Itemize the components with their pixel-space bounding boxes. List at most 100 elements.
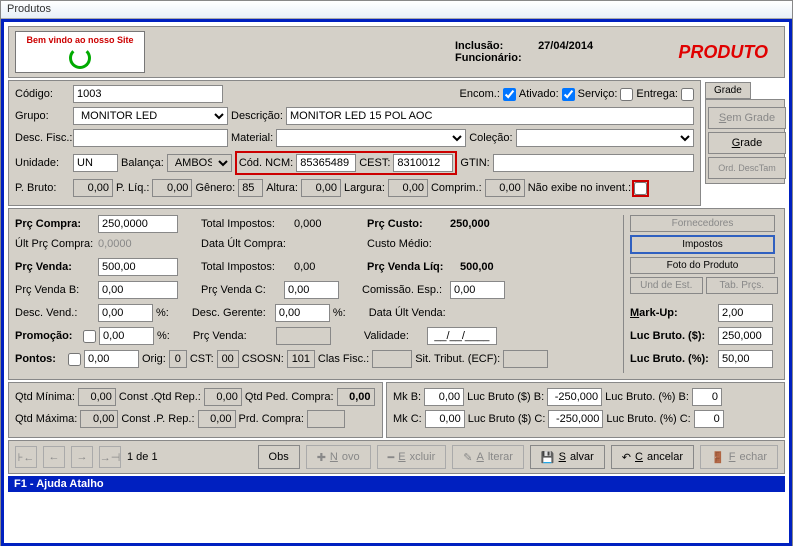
fornecedores-button[interactable]: Fornecedores [630, 215, 775, 232]
mkc-input[interactable] [425, 410, 465, 428]
fechar-button[interactable]: 🚪 Fechar [700, 445, 778, 469]
entrega-checkbox[interactable] [681, 88, 694, 101]
codigo-input[interactable] [73, 85, 223, 103]
pbruto-input[interactable] [73, 179, 113, 197]
nav-first-button[interactable]: ⊦← [15, 446, 37, 468]
desc-ger-input[interactable] [275, 304, 330, 322]
colecao-select[interactable] [516, 129, 694, 147]
undo-icon: ↶ [622, 451, 631, 464]
genero-input[interactable] [238, 179, 263, 197]
promocao-checkbox[interactable] [83, 330, 96, 343]
const-p-input[interactable] [198, 410, 236, 428]
mkb-input[interactable] [424, 388, 464, 406]
nav-prev-button[interactable]: ← [43, 446, 65, 468]
impostos-button[interactable]: Impostos [630, 235, 775, 254]
qtd-min-input[interactable] [78, 388, 116, 406]
servico-label: Serviço: [578, 88, 618, 100]
servico-checkbox[interactable] [620, 88, 633, 101]
comprim-input[interactable] [485, 179, 525, 197]
und-est-button[interactable]: Und de Est. [630, 277, 703, 294]
descricao-input[interactable] [286, 107, 694, 125]
gtin-input[interactable] [493, 154, 694, 172]
prc-compra-input[interactable] [98, 215, 178, 233]
csosn-label: CSOSN: [242, 353, 284, 365]
prc-venda2-input[interactable] [276, 327, 331, 345]
unidade-input[interactable] [73, 154, 118, 172]
unidade-label: Unidade: [15, 157, 70, 169]
inclusao-label: Inclusão: [455, 40, 535, 52]
alterar-button[interactable]: ✎ Alterar [452, 445, 524, 469]
cst-input[interactable] [217, 350, 239, 368]
prc-vendac-input[interactable] [284, 281, 339, 299]
orig-input[interactable] [169, 350, 187, 368]
pontos-input[interactable] [84, 350, 139, 368]
orig-label: Orig: [142, 353, 166, 365]
qtd-max-input[interactable] [80, 410, 118, 428]
desc-vend-input[interactable] [98, 304, 153, 322]
pontos-label: Pontos: [15, 353, 65, 365]
tab-prcs-button[interactable]: Tab. Prçs. [706, 277, 779, 294]
prc-vendab-input[interactable] [98, 281, 178, 299]
door-icon: 🚪 [711, 451, 725, 464]
cest-input[interactable] [393, 154, 453, 172]
prc-vendac-label: Prç Venda C: [201, 284, 281, 296]
comissao-input[interactable] [450, 281, 505, 299]
material-select[interactable] [276, 129, 466, 147]
naoexibe-label: Não exibe no invent.: [528, 182, 631, 194]
clasfisc-input[interactable] [372, 350, 412, 368]
codncm-label: Cód. NCM: [239, 157, 293, 169]
foto-button[interactable]: Foto do Produto [630, 257, 775, 274]
salvar-button[interactable]: 💾 Salvar [530, 445, 605, 469]
descricao-label: Descrição: [231, 110, 283, 122]
custo-medio-label: Custo Médio: [367, 238, 447, 250]
grade-button[interactable]: Grade [708, 132, 786, 154]
luc-c-s-input[interactable] [548, 410, 603, 428]
markup-input[interactable] [718, 304, 773, 322]
excluir-button[interactable]: ━ Excluir [377, 445, 447, 469]
desc-ger-label: Desc. Gerente: [192, 307, 272, 319]
prc-compra-label: Prç Compra: [15, 218, 95, 230]
csosn-input[interactable] [287, 350, 315, 368]
pliq-input[interactable] [152, 179, 192, 197]
naoexibe-checkbox[interactable] [634, 182, 647, 195]
promocao-input[interactable] [99, 327, 154, 345]
produto-title: PRODUTO [678, 42, 768, 63]
cancelar-button[interactable]: ↶ Cancelar [611, 445, 694, 469]
luc-b-s-input[interactable] [547, 388, 602, 406]
prc-venda-label: Prç Venda: [15, 261, 95, 273]
luc-bruto-s-input[interactable] [718, 327, 773, 345]
obs-button[interactable]: Obs [258, 445, 300, 469]
nav-next-button[interactable]: → [71, 446, 93, 468]
altura-input[interactable] [301, 179, 341, 197]
pbruto-label: P. Bruto: [15, 182, 70, 194]
luc-bruto-p-input[interactable] [718, 350, 773, 368]
prc-venda-input[interactable] [98, 258, 178, 276]
descfisc-label: Desc. Fisc.: [15, 132, 70, 144]
promocao-label: Promoção: [15, 330, 80, 342]
ult-prc-value: 0,0000 [98, 238, 178, 250]
qtd-ped-input[interactable] [337, 388, 375, 406]
descfisc-input[interactable] [73, 129, 228, 147]
gtin-label: GTIN: [460, 157, 489, 169]
luc-b-p-input[interactable] [692, 388, 722, 406]
sit-tribut-input[interactable] [503, 350, 548, 368]
largura-input[interactable] [388, 179, 428, 197]
pontos-checkbox[interactable] [68, 353, 81, 366]
prd-compra-input[interactable] [307, 410, 345, 428]
sem-grade-button[interactable]: SSem Gradeem Grade [708, 107, 786, 129]
ativado-checkbox[interactable] [562, 88, 575, 101]
balanca-select[interactable]: AMBOS [167, 154, 232, 172]
encom-checkbox[interactable] [503, 88, 516, 101]
nav-last-button[interactable]: →⊣ [99, 446, 121, 468]
ord-desctam-button[interactable]: Ord. DescTam [708, 157, 786, 179]
grupo-label: Grupo: [15, 110, 70, 122]
novo-button[interactable]: ✚ Novo [306, 445, 371, 469]
luc-c-p-input[interactable] [694, 410, 724, 428]
luc-b-s-label: Luc Bruto ($) B: [467, 391, 544, 403]
codncm-input[interactable] [296, 154, 356, 172]
pct2: %: [333, 307, 346, 319]
validade-input[interactable] [427, 327, 497, 345]
const-qtd-input[interactable] [204, 388, 242, 406]
grupo-select[interactable]: MONITOR LED [73, 107, 228, 125]
grade-tab[interactable]: Grade [705, 82, 751, 99]
